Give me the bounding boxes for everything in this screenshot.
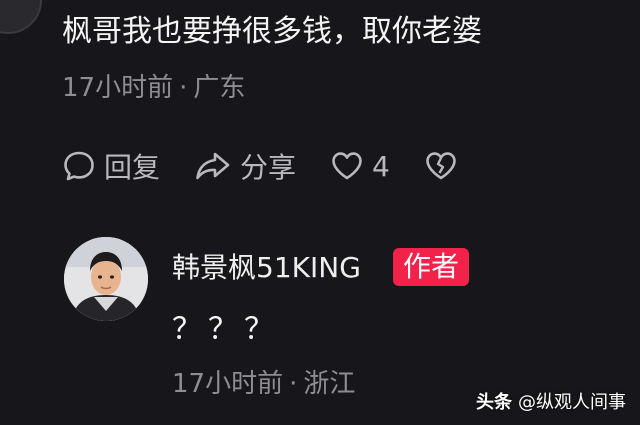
like-count: 4	[372, 149, 390, 183]
broken-heart-icon	[424, 150, 458, 182]
comment-actions: 回复 分享 4	[62, 146, 492, 186]
author-name[interactable]: 韩景枫51KING	[172, 250, 361, 286]
reply-location: 浙江	[303, 369, 356, 399]
heart-icon	[330, 150, 364, 182]
watermark: 头条 @纵观人间事	[476, 391, 626, 415]
comment-time: 17小时前	[62, 73, 174, 103]
reply-meta: 17小时前 · 浙江	[172, 366, 355, 402]
author-badge: 作者	[393, 248, 470, 286]
author-avatar-image	[64, 237, 148, 321]
commenter-avatar[interactable]	[0, 0, 42, 34]
comment-bubble-icon	[62, 149, 96, 183]
comment-location: 广东	[193, 73, 246, 103]
dislike-button[interactable]	[424, 150, 458, 182]
author-avatar[interactable]	[64, 237, 148, 321]
comment-meta: 17小时前 · 广东	[62, 70, 245, 106]
share-arrow-icon	[194, 149, 232, 183]
like-button[interactable]: 4	[330, 150, 390, 183]
watermark-account: @纵观人间事	[518, 392, 626, 413]
reply-label: 回复	[104, 151, 161, 184]
reply-button[interactable]: 回复	[62, 146, 160, 186]
reply-time: 17小时前	[172, 369, 284, 399]
watermark-brand: 头条	[476, 392, 512, 413]
meta-separator-dot: ·	[289, 369, 298, 399]
share-button[interactable]: 分享	[194, 146, 296, 186]
comment-text: 枫哥我也要挣很多钱，取你老婆	[62, 14, 482, 49]
meta-separator-dot: ·	[179, 73, 188, 103]
reply-text: ？？？	[172, 312, 280, 347]
share-label: 分享	[240, 151, 297, 184]
